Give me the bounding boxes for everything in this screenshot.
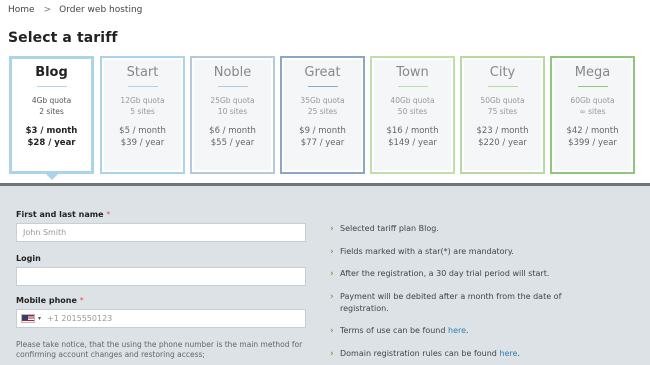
plan-sites: 50 sites [397,107,428,116]
plan-month-price: $9 / month [299,126,346,136]
chevron-right-icon: › [330,326,334,336]
plan-quota: 50Gb quota [480,96,525,105]
plan-quota: 4Gb quota [31,96,72,105]
us-flag-icon[interactable] [21,314,35,323]
plan-year-price: $220 / year [478,138,527,148]
plan-divider [397,86,428,87]
plan-year-price: $55 / year [210,138,255,148]
plan-divider [217,86,248,87]
plan-sites: 10 sites [217,107,248,116]
required-marker: * [79,296,84,305]
plan-quota: 60Gb quota [570,96,615,105]
plan-card-start[interactable]: Start 12Gb quota 5 sites $5 / month $39 … [100,56,185,174]
plan-name: Great [304,65,341,80]
info-item-domain-rules: › Domain registration rules can be found… [330,348,590,360]
info-text: Domain registration rules can be found h… [340,348,520,360]
phone-label-text: Mobile phone [16,296,77,305]
selected-pointer-icon [44,173,59,180]
info-text: After the registration, a 30 day trial p… [340,269,550,278]
login-field-label: Login [16,254,41,263]
plan-month-price: $16 / month [386,126,439,136]
chevron-right-icon: › [330,247,334,257]
plan-card-town[interactable]: Town 40Gb quota 50 sites $16 / month $14… [370,56,455,174]
plan-card-blog[interactable]: Blog 4Gb quota 2 sites $3 / month $28 / … [9,56,94,180]
breadcrumb: Home > Order web hosting [8,5,142,15]
name-field-label: First and last name * [16,210,110,219]
plan-divider [487,86,518,87]
required-marker: * [106,210,111,219]
plan-divider [307,86,338,87]
info-item-selected-plan: › Selected tariff plan Blog. [330,223,590,235]
plan-year-price: $39 / year [120,138,165,148]
tariff-plans: Blog 4Gb quota 2 sites $3 / month $28 / … [9,56,641,180]
plan-month-price: $5 / month [119,126,166,136]
info-text: Terms of use can be found here. [340,325,469,337]
terms-text: Terms of use can be found [340,326,448,335]
name-input-placeholder: John Smith [23,228,67,237]
plan-year-price: $399 / year [568,138,617,148]
plan-sites: 2 sites [39,107,64,116]
plan-quota: 35Gb quota [300,96,345,105]
plan-month-price: $42 / month [566,126,619,136]
domain-rules-link[interactable]: here [499,349,517,358]
plan-sites: 5 sites [130,107,155,116]
chevron-right-icon: › [330,292,334,302]
plan-sites: ∞ sites [579,107,606,116]
breadcrumb-home-link[interactable]: Home [8,5,35,15]
plan-month-price: $6 / month [209,126,256,136]
terms-link[interactable]: here [448,326,466,335]
plan-name: Mega [574,65,611,80]
breadcrumb-chevron-icon: > [43,5,52,15]
plan-quota: 12Gb quota [120,96,165,105]
plan-year-price: $28 / year [27,138,76,148]
plan-year-price: $149 / year [388,138,437,148]
login-input[interactable] [16,267,306,286]
plan-card-city[interactable]: City 50Gb quota 75 sites $23 / month $22… [460,56,545,174]
info-text: Selected tariff plan Blog. [340,224,439,233]
phone-field-label: Mobile phone * [16,296,84,305]
plan-quota: 25Gb quota [210,96,255,105]
plan-divider [577,86,608,87]
plan-card-great[interactable]: Great 35Gb quota 25 sites $9 / month $77… [280,56,365,174]
info-item-trial: › After the registration, a 30 day trial… [330,268,590,280]
phone-input[interactable]: ▾ +1 2015550123 [16,309,306,328]
plan-divider [127,86,158,87]
plan-quota: 40Gb quota [390,96,435,105]
plan-divider [36,86,67,87]
name-label-text: First and last name [16,210,104,219]
phone-input-placeholder: +1 2015550123 [47,314,113,323]
plan-sites: 75 sites [487,107,518,116]
country-dropdown-chevron-icon[interactable]: ▾ [38,315,41,322]
plan-name: Blog [35,65,68,80]
chevron-right-icon: › [330,349,334,359]
chevron-right-icon: › [330,224,334,234]
plan-card-mega[interactable]: Mega 60Gb quota ∞ sites $42 / month $399… [550,56,635,174]
phone-notice-text: Please take notice, that the using the p… [16,340,303,359]
period: . [466,326,469,335]
plan-sites: 25 sites [307,107,338,116]
info-text: Fields marked with a star(*) are mandato… [340,247,514,256]
plan-name: Start [126,65,159,80]
plan-month-price: $3 / month [25,126,78,136]
registration-form-area: First and last name * John Smith Login M… [0,183,650,365]
domain-rules-text: Domain registration rules can be found [340,349,500,358]
plan-card-noble[interactable]: Noble 25Gb quota 10 sites $6 / month $55… [190,56,275,174]
chevron-right-icon: › [330,269,334,279]
breadcrumb-current: Order web hosting [59,5,143,15]
page-title: Select a tariff [8,30,118,46]
period: . [517,349,521,358]
plan-name: City [489,65,516,80]
info-text: Payment will be debited after a month fr… [340,292,562,313]
info-item-payment: › Payment will be debited after a month … [330,291,590,315]
plan-name: Noble [213,65,252,80]
name-input[interactable]: John Smith [16,223,306,242]
plan-year-price: $77 / year [300,138,345,148]
info-item-mandatory: › Fields marked with a star(*) are manda… [330,246,590,258]
plan-month-price: $23 / month [476,126,529,136]
plan-name: Town [396,65,429,80]
info-item-terms: › Terms of use can be found here. [330,325,590,337]
